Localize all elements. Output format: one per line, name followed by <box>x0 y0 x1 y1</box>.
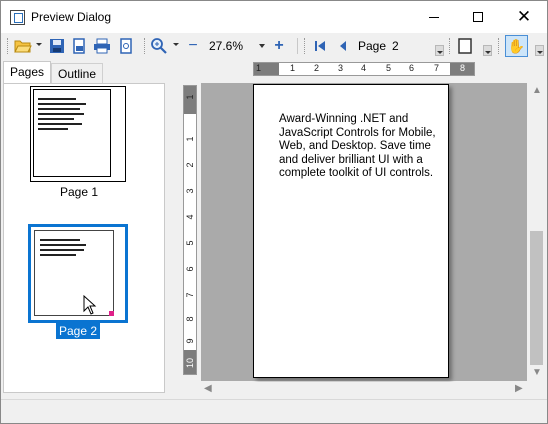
zoom-magnifier-icon <box>151 38 167 54</box>
vertical-ruler: 1 1 2 3 4 5 6 7 8 9 10 <box>183 85 197 375</box>
ruler-tick: 7 <box>434 63 440 73</box>
ruler-tick: 8 <box>185 316 195 322</box>
plus-icon: + <box>274 37 284 54</box>
thumbnail-page-1-label[interactable]: Page 1 <box>60 185 98 199</box>
vertical-scrollbar[interactable]: ▲ ▼ <box>528 83 545 381</box>
thumbnail-resize-marker <box>109 311 114 316</box>
preview-canvas[interactable]: Award-Winning .NET and JavaScript Contro… <box>201 83 527 381</box>
scroll-left-icon[interactable]: ◀ <box>204 383 212 394</box>
ruler-tick: 2 <box>185 162 195 168</box>
ruler-tick: 4 <box>361 63 367 73</box>
horizontal-scrollbar[interactable]: ◀ ▶ <box>201 382 528 397</box>
toolbar: − 27.6% + Page 2 ✋ <box>1 33 547 59</box>
zoom-dropdown-arrow[interactable] <box>173 43 179 46</box>
previous-page-icon <box>340 41 346 51</box>
ruler-tick: 5 <box>386 63 392 73</box>
mouse-cursor-icon <box>83 295 97 315</box>
tab-pages[interactable]: Pages <box>3 61 51 83</box>
printer-icon <box>94 38 110 54</box>
maximize-icon <box>473 12 483 22</box>
save-icon <box>50 39 64 53</box>
ruler-tick: 2 <box>314 63 320 73</box>
maximize-button[interactable] <box>455 1 501 33</box>
scroll-up-icon[interactable]: ▲ <box>532 85 542 96</box>
toolbar-grip-4[interactable] <box>449 38 452 54</box>
ruler-tick: 3 <box>338 63 344 73</box>
horizontal-ruler: 1 1 2 3 4 5 6 7 8 <box>253 62 475 76</box>
thumbnail-page-2[interactable] <box>34 230 114 316</box>
ruler-tick: 8 <box>460 63 466 73</box>
close-button[interactable]: ✕ <box>501 1 547 33</box>
toolbar-overflow-button[interactable] <box>435 45 444 56</box>
minimize-button[interactable] <box>411 1 457 33</box>
scroll-right-icon[interactable]: ▶ <box>515 383 523 394</box>
tools-overflow-button[interactable] <box>535 45 544 56</box>
export-pdf-button[interactable] <box>69 36 89 56</box>
preview-app-icon <box>10 10 25 25</box>
document-page[interactable]: Award-Winning .NET and JavaScript Contro… <box>253 84 449 378</box>
ruler-tick: 7 <box>185 292 195 298</box>
ruler-tick: 5 <box>185 240 195 246</box>
toolbar-grip-3[interactable] <box>304 38 307 54</box>
page-label: Page <box>358 39 387 53</box>
single-page-view-button[interactable] <box>455 36 475 56</box>
first-page-icon <box>315 41 325 51</box>
tab-outline[interactable]: Outline <box>51 63 103 83</box>
thumbnail-page-1[interactable] <box>30 86 126 182</box>
preview-dialog-window: Preview Dialog ✕ − 27.6% + Page 2 ✋ Page… <box>0 0 548 424</box>
print-button[interactable] <box>92 36 112 56</box>
page-setup-icon <box>120 38 132 54</box>
previous-page-button[interactable] <box>333 36 353 56</box>
minimize-icon <box>429 16 439 18</box>
zoom-out-button[interactable]: − <box>183 36 203 56</box>
page-number-field[interactable]: 2 <box>392 39 399 53</box>
thumbnail-page-2-label[interactable]: Page 2 <box>56 323 101 339</box>
save-button[interactable] <box>47 36 67 56</box>
minus-icon: − <box>188 37 198 54</box>
toolbar-grip-5[interactable] <box>498 38 501 54</box>
open-button[interactable] <box>13 36 33 56</box>
close-icon: ✕ <box>516 7 532 26</box>
window-title: Preview Dialog <box>31 10 112 24</box>
zoom-select-arrow[interactable] <box>259 44 265 48</box>
ruler-tick: 1 <box>256 63 262 73</box>
zoom-in-button[interactable]: + <box>269 36 289 56</box>
title-bar: Preview Dialog ✕ <box>1 1 547 33</box>
ruler-tick: 6 <box>409 63 415 73</box>
toolbar-grip-2[interactable] <box>144 38 147 54</box>
document-text: Award-Winning .NET and JavaScript Contro… <box>279 113 436 179</box>
toolbar-grip[interactable] <box>7 38 10 54</box>
status-bar <box>1 399 547 423</box>
view-overflow-button[interactable] <box>483 45 492 56</box>
ruler-tick: 9 <box>185 338 195 344</box>
ruler-tick: 3 <box>185 188 195 194</box>
folder-open-icon <box>14 40 32 53</box>
hand-icon: ✋ <box>507 37 526 54</box>
first-page-button[interactable] <box>310 36 330 56</box>
page-view-icon <box>458 38 472 54</box>
ruler-tick: 1 <box>290 63 296 73</box>
ruler-tick: 6 <box>185 266 195 272</box>
ruler-tick: 1 <box>185 94 195 100</box>
page-setup-button[interactable] <box>116 36 136 56</box>
ruler-tick: 4 <box>185 214 195 220</box>
ruler-tick: 10 <box>185 357 195 368</box>
zoom-button[interactable] <box>149 36 169 56</box>
vertical-scroll-thumb[interactable] <box>530 231 543 365</box>
toolbar-separator <box>297 38 298 54</box>
export-document-icon <box>73 38 85 54</box>
page-thumbnails-panel: Page 1 Page 2 <box>3 83 165 393</box>
open-dropdown-arrow[interactable] <box>36 43 42 46</box>
scroll-down-icon[interactable]: ▼ <box>532 367 542 378</box>
zoom-value[interactable]: 27.6% <box>209 39 243 53</box>
ruler-tick: 1 <box>185 136 195 142</box>
hand-tool-button[interactable]: ✋ <box>505 35 528 57</box>
